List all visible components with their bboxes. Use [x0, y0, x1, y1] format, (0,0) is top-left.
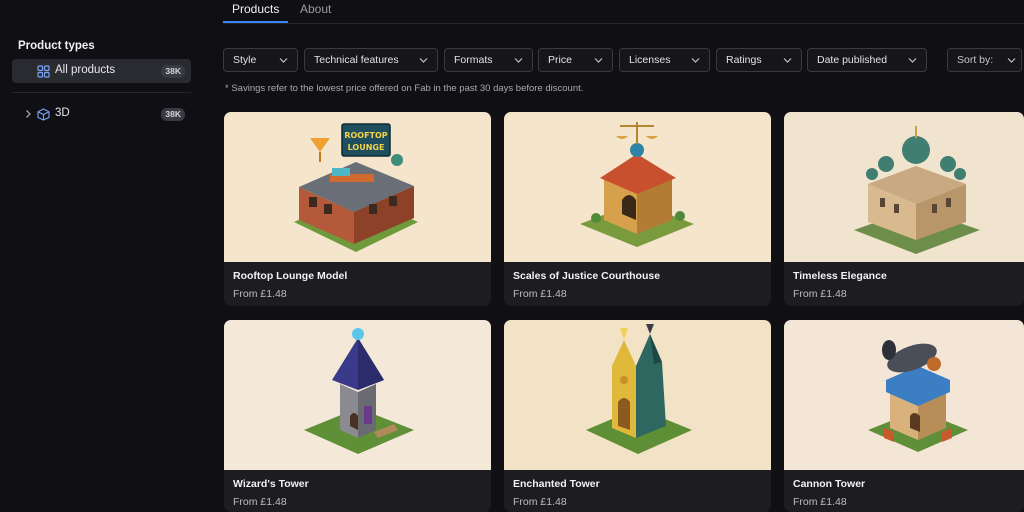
- sidebar-item-all-products[interactable]: All products 38K: [12, 59, 191, 83]
- filter-label: Technical features: [314, 54, 399, 66]
- filter-label: Price: [548, 54, 572, 66]
- chevron-down-icon: [419, 58, 428, 63]
- filter-formats[interactable]: Formats: [444, 48, 533, 72]
- product-card-enchanted-tower[interactable]: Enchanted Tower From £1.48: [504, 320, 771, 512]
- chevron-down-icon: [279, 58, 288, 63]
- product-thumbnail: [504, 112, 771, 262]
- filter-technical-features[interactable]: Technical features: [304, 48, 438, 72]
- product-thumbnail: [784, 112, 1024, 262]
- product-price: From £1.48: [233, 496, 287, 508]
- product-title: Timeless Elegance: [793, 270, 887, 282]
- tab-about[interactable]: About: [300, 2, 331, 16]
- filter-label: Date published: [817, 54, 888, 66]
- sort-dropdown[interactable]: Sort by:: [947, 48, 1022, 72]
- chevron-down-icon: [514, 58, 523, 63]
- product-card-rooftop-lounge[interactable]: ROOFTOP LOUNGE Rooftop Lounge Model From…: [224, 112, 491, 306]
- grid-icon: [37, 65, 50, 78]
- sort-label: Sort by:: [957, 54, 994, 66]
- savings-note: * Savings refer to the lowest price offe…: [225, 83, 584, 94]
- product-card-cannon-tower[interactable]: Cannon Tower From £1.48: [784, 320, 1024, 512]
- tab-products[interactable]: Products: [232, 2, 279, 16]
- sidebar-item-label: 3D: [55, 107, 70, 119]
- product-thumbnail: [504, 320, 771, 470]
- product-price: From £1.48: [233, 288, 287, 300]
- chevron-right-icon[interactable]: [23, 109, 33, 119]
- count-badge: 38K: [161, 65, 185, 78]
- sign-text: ROOFTOP: [344, 131, 387, 140]
- chevron-down-icon: [1007, 58, 1016, 63]
- filter-price[interactable]: Price: [538, 48, 613, 72]
- product-title: Wizard's Tower: [233, 478, 309, 490]
- product-price: From £1.48: [793, 288, 847, 300]
- product-title: Rooftop Lounge Model: [233, 270, 348, 282]
- product-price: From £1.48: [513, 496, 567, 508]
- chevron-down-icon: [783, 58, 792, 63]
- count-badge: 38K: [161, 108, 185, 121]
- filter-label: Style: [233, 54, 257, 66]
- sidebar-divider: [12, 92, 191, 93]
- product-card-courthouse[interactable]: Scales of Justice Courthouse From £1.48: [504, 112, 771, 306]
- cube-icon: [37, 108, 50, 121]
- active-tab-indicator: [223, 21, 288, 23]
- product-thumbnail: [784, 320, 1024, 470]
- product-title: Cannon Tower: [793, 478, 866, 490]
- product-price: From £1.48: [793, 496, 847, 508]
- top-tabs: Products About: [223, 0, 1024, 24]
- product-thumbnail: [224, 320, 491, 470]
- product-thumbnail: ROOFTOP LOUNGE: [224, 112, 491, 262]
- filter-label: Licenses: [629, 54, 671, 66]
- sidebar-item-label: All products: [55, 64, 116, 76]
- chevron-down-icon: [691, 58, 700, 63]
- sidebar-title: Product types: [18, 40, 95, 52]
- product-card-wizards-tower[interactable]: Wizard's Tower From £1.48: [224, 320, 491, 512]
- sign-text: LOUNGE: [348, 143, 385, 152]
- product-card-timeless-elegance[interactable]: Timeless Elegance From £1.48: [784, 112, 1024, 306]
- filter-label: Ratings: [726, 54, 762, 66]
- filter-label: Formats: [454, 54, 493, 66]
- filter-licenses[interactable]: Licenses: [619, 48, 710, 72]
- filter-date-published[interactable]: Date published: [807, 48, 927, 72]
- filter-ratings[interactable]: Ratings: [716, 48, 802, 72]
- sidebar-item-3d[interactable]: 3D 38K: [12, 102, 191, 126]
- chevron-down-icon: [908, 58, 917, 63]
- filter-style[interactable]: Style: [223, 48, 298, 72]
- chevron-down-icon: [594, 58, 603, 63]
- product-price: From £1.48: [513, 288, 567, 300]
- product-title: Enchanted Tower: [513, 478, 600, 490]
- product-title: Scales of Justice Courthouse: [513, 270, 661, 282]
